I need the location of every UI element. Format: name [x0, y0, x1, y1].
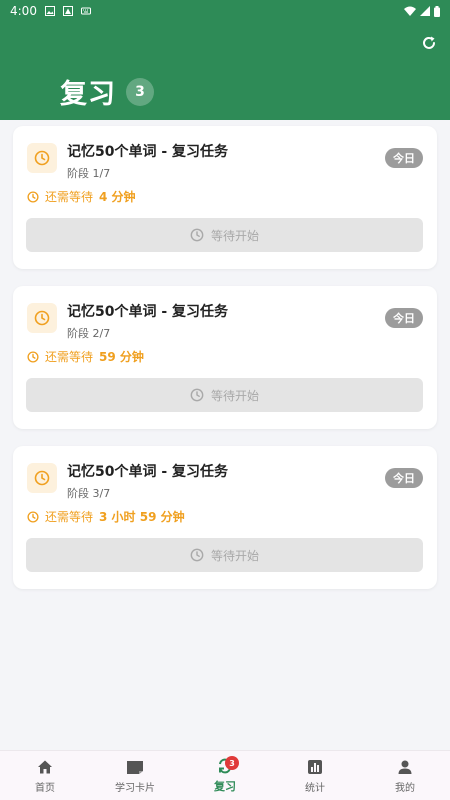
clock-icon [190, 228, 204, 242]
wait-prefix: 还需等待 [45, 350, 94, 364]
wait-start-button[interactable]: 等待开始 [26, 378, 423, 412]
nav-item-cards[interactable]: 学习卡片 [90, 751, 180, 800]
wait-time-row: 还需等待 3 小时 59 分钟 [27, 508, 185, 525]
review-task-card[interactable]: 记忆50个单词 - 复习任务 阶段 3/7 今日 还需等待 3 小时 59 分钟… [13, 446, 437, 589]
nav-label: 首页 [35, 782, 55, 794]
clock-icon [27, 463, 57, 493]
stats-icon [306, 758, 324, 776]
nav-item-stats[interactable]: 统计 [270, 751, 360, 800]
wait-detail: 59 分钟 [99, 350, 144, 364]
task-title: 记忆50个单词 - 复习任务 [67, 464, 229, 480]
today-badge: 今日 [385, 148, 423, 168]
wait-start-button[interactable]: 等待开始 [26, 538, 423, 572]
task-stage: 阶段 3/7 [67, 487, 111, 500]
wait-start-button[interactable]: 等待开始 [26, 218, 423, 252]
wait-time-row: 还需等待 4 分钟 [27, 188, 136, 205]
today-badge: 今日 [385, 308, 423, 328]
wait-prefix: 还需等待 [45, 190, 94, 204]
nav-label: 我的 [395, 782, 415, 794]
review-count-badge: 3 [126, 77, 154, 106]
refresh-button[interactable] [418, 32, 440, 54]
home-icon [36, 758, 54, 776]
clock-icon [27, 143, 57, 173]
keyboard-icon [80, 7, 91, 15]
signal-icon [420, 6, 430, 16]
task-stage: 阶段 2/7 [67, 327, 111, 340]
today-badge: 今日 [385, 468, 423, 488]
button-label: 等待开始 [210, 228, 259, 243]
button-label: 等待开始 [210, 388, 259, 403]
review-task-card[interactable]: 记忆50个单词 - 复习任务 阶段 1/7 今日 还需等待 4 分钟 等待开始 [13, 126, 437, 269]
status-time: 4:00 [10, 4, 37, 18]
clock-small-icon [27, 510, 39, 523]
image-icon [62, 6, 73, 16]
refresh-icon [423, 36, 435, 49]
nav-label: 复习 [214, 780, 236, 793]
person-icon [396, 758, 414, 776]
clock-small-icon [27, 350, 39, 363]
nav-item-review[interactable]: 3 复习 [180, 751, 270, 800]
wait-time-row: 还需等待 59 分钟 [27, 348, 144, 365]
nav-item-home[interactable]: 首页 [0, 751, 90, 800]
title-row: 复习 3 [60, 72, 154, 111]
nav-label: 统计 [305, 782, 325, 794]
card-icon [126, 758, 144, 776]
wait-prefix: 还需等待 [45, 510, 94, 524]
clock-icon [190, 388, 204, 402]
image-icon [44, 6, 55, 16]
clock-icon [190, 548, 204, 562]
review-task-card[interactable]: 记忆50个单词 - 复习任务 阶段 2/7 今日 还需等待 59 分钟 等待开始 [13, 286, 437, 429]
button-label: 等待开始 [210, 548, 259, 563]
wifi-icon [404, 6, 416, 16]
wait-detail: 3 小时 59 分钟 [99, 510, 185, 524]
app-header: 4:00 复习 3 [0, 0, 450, 120]
battery-icon [434, 5, 440, 17]
clock-small-icon [27, 190, 39, 203]
nav-label: 学习卡片 [115, 782, 155, 794]
bottom-nav: 首页 学习卡片 3 复习 统计 我的 [0, 750, 450, 800]
page-title: 复习 [60, 79, 116, 110]
review-nav-badge: 3 [225, 756, 239, 770]
wait-detail: 4 分钟 [99, 190, 136, 204]
task-title: 记忆50个单词 - 复习任务 [67, 144, 229, 160]
task-stage: 阶段 1/7 [67, 167, 111, 180]
clock-icon [27, 303, 57, 333]
task-title: 记忆50个单词 - 复习任务 [67, 304, 229, 320]
nav-item-profile[interactable]: 我的 [360, 751, 450, 800]
status-bar: 4:00 [0, 0, 450, 22]
